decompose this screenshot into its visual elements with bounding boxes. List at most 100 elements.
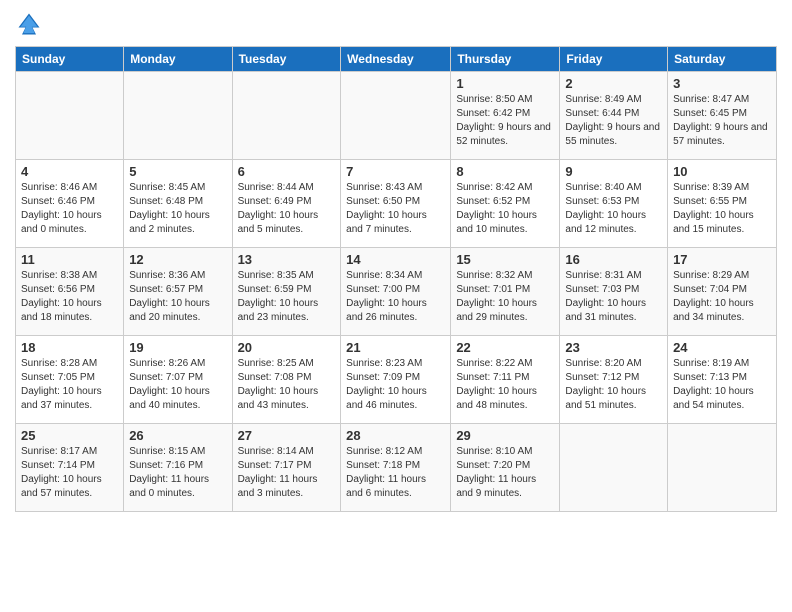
day-info: Sunrise: 8:14 AM Sunset: 7:17 PM Dayligh… xyxy=(238,445,336,501)
day-info: Sunrise: 8:49 AM Sunset: 6:44 PM Dayligh… xyxy=(565,93,662,149)
day-info: Sunrise: 8:34 AM Sunset: 7:00 PM Dayligh… xyxy=(346,269,445,325)
calendar-cell: 15 Sunrise: 8:32 AM Sunset: 7:01 PM Dayli… xyxy=(451,248,560,336)
calendar-cell: 24 Sunrise: 8:19 AM Sunset: 7:13 PM Dayli… xyxy=(668,336,777,424)
calendar-cell: 4 Sunrise: 8:46 AM Sunset: 6:46 PM Daylig… xyxy=(16,160,124,248)
day-info: Sunrise: 8:47 AM Sunset: 6:45 PM Dayligh… xyxy=(673,93,771,149)
calendar-cell: 16 Sunrise: 8:31 AM Sunset: 7:03 PM Dayli… xyxy=(560,248,668,336)
day-info: Sunrise: 8:28 AM Sunset: 7:05 PM Dayligh… xyxy=(21,357,118,413)
day-of-week-header: Saturday xyxy=(668,47,777,72)
calendar-cell: 13Sunrise: 8:35 AM Sunset: 6:59 PM Dayli… xyxy=(232,248,341,336)
calendar-week-row: 1 Sunrise: 8:50 AM Sunset: 6:42 PM Daylig… xyxy=(16,72,777,160)
day-info: Sunrise: 8:44 AM Sunset: 6:49 PM Dayligh… xyxy=(238,181,336,237)
calendar-cell: 10 Sunrise: 8:39 AM Sunset: 6:55 PM Dayli… xyxy=(668,160,777,248)
day-of-week-header: Sunday xyxy=(16,47,124,72)
calendar-week-row: 18Sunrise: 8:28 AM Sunset: 7:05 PM Dayli… xyxy=(16,336,777,424)
day-info: Sunrise: 8:10 AM Sunset: 7:20 PM Dayligh… xyxy=(456,445,554,501)
day-info: Sunrise: 8:43 AM Sunset: 6:50 PM Dayligh… xyxy=(346,181,445,237)
calendar-cell: 3 Sunrise: 8:47 AM Sunset: 6:45 PM Daylig… xyxy=(668,72,777,160)
day-number: 20 xyxy=(238,340,336,355)
day-number: 21 xyxy=(346,340,445,355)
day-info: Sunrise: 8:39 AM Sunset: 6:55 PM Dayligh… xyxy=(673,181,771,237)
calendar-cell: 20 Sunrise: 8:25 AM Sunset: 7:08 PM Dayli… xyxy=(232,336,341,424)
day-number: 19 xyxy=(129,340,226,355)
day-info: Sunrise: 8:36 AM Sunset: 6:57 PM Dayligh… xyxy=(129,269,226,325)
day-number: 12 xyxy=(129,252,226,267)
day-number: 10 xyxy=(673,164,771,179)
calendar-cell: 27Sunrise: 8:14 AM Sunset: 7:17 PM Dayli… xyxy=(232,424,341,512)
day-number: 23 xyxy=(565,340,662,355)
day-info: Sunrise: 8:35 AM Sunset: 6:59 PM Dayligh… xyxy=(238,269,336,325)
calendar-page: SundayMondayTuesdayWednesdayThursdayFrid… xyxy=(0,0,792,612)
day-number: 26 xyxy=(129,428,226,443)
calendar-cell: 11 Sunrise: 8:38 AM Sunset: 6:56 PM Dayli… xyxy=(16,248,124,336)
day-info: Sunrise: 8:32 AM Sunset: 7:01 PM Dayligh… xyxy=(456,269,554,325)
calendar-cell: 26 Sunrise: 8:15 AM Sunset: 7:16 PM Dayli… xyxy=(124,424,232,512)
day-number: 24 xyxy=(673,340,771,355)
day-info: Sunrise: 8:42 AM Sunset: 6:52 PM Dayligh… xyxy=(456,181,554,237)
day-number: 11 xyxy=(21,252,118,267)
day-of-week-header: Wednesday xyxy=(341,47,451,72)
calendar-cell: 2 Sunrise: 8:49 AM Sunset: 6:44 PM Daylig… xyxy=(560,72,668,160)
calendar-cell: 18Sunrise: 8:28 AM Sunset: 7:05 PM Dayli… xyxy=(16,336,124,424)
calendar-week-row: 11 Sunrise: 8:38 AM Sunset: 6:56 PM Dayli… xyxy=(16,248,777,336)
calendar-cell: 22 Sunrise: 8:22 AM Sunset: 7:11 PM Dayli… xyxy=(451,336,560,424)
day-number: 5 xyxy=(129,164,226,179)
calendar-table: SundayMondayTuesdayWednesdayThursdayFrid… xyxy=(15,46,777,512)
day-info: Sunrise: 8:45 AM Sunset: 6:48 PM Dayligh… xyxy=(129,181,226,237)
day-of-week-header: Monday xyxy=(124,47,232,72)
day-info: Sunrise: 8:38 AM Sunset: 6:56 PM Dayligh… xyxy=(21,269,118,325)
calendar-cell: 21 Sunrise: 8:23 AM Sunset: 7:09 PM Dayli… xyxy=(341,336,451,424)
day-number: 29 xyxy=(456,428,554,443)
day-info: Sunrise: 8:46 AM Sunset: 6:46 PM Dayligh… xyxy=(21,181,118,237)
calendar-cell: 5 Sunrise: 8:45 AM Sunset: 6:48 PM Daylig… xyxy=(124,160,232,248)
day-info: Sunrise: 8:23 AM Sunset: 7:09 PM Dayligh… xyxy=(346,357,445,413)
calendar-cell: 12 Sunrise: 8:36 AM Sunset: 6:57 PM Dayli… xyxy=(124,248,232,336)
calendar-cell: 25 Sunrise: 8:17 AM Sunset: 7:14 PM Dayli… xyxy=(16,424,124,512)
day-info: Sunrise: 8:20 AM Sunset: 7:12 PM Dayligh… xyxy=(565,357,662,413)
calendar-header-row: SundayMondayTuesdayWednesdayThursdayFrid… xyxy=(16,47,777,72)
day-info: Sunrise: 8:15 AM Sunset: 7:16 PM Dayligh… xyxy=(129,445,226,501)
header xyxy=(15,10,777,38)
day-number: 17 xyxy=(673,252,771,267)
day-number: 22 xyxy=(456,340,554,355)
calendar-cell xyxy=(124,72,232,160)
day-info: Sunrise: 8:19 AM Sunset: 7:13 PM Dayligh… xyxy=(673,357,771,413)
calendar-cell xyxy=(560,424,668,512)
calendar-cell xyxy=(232,72,341,160)
calendar-cell: 17 Sunrise: 8:29 AM Sunset: 7:04 PM Dayli… xyxy=(668,248,777,336)
day-number: 28 xyxy=(346,428,445,443)
calendar-cell xyxy=(668,424,777,512)
calendar-cell xyxy=(16,72,124,160)
logo-icon xyxy=(15,10,43,38)
calendar-cell: 9Sunrise: 8:40 AM Sunset: 6:53 PM Daylig… xyxy=(560,160,668,248)
calendar-cell: 28Sunrise: 8:12 AM Sunset: 7:18 PM Dayli… xyxy=(341,424,451,512)
day-number: 15 xyxy=(456,252,554,267)
day-info: Sunrise: 8:22 AM Sunset: 7:11 PM Dayligh… xyxy=(456,357,554,413)
calendar-cell: 8Sunrise: 8:42 AM Sunset: 6:52 PM Daylig… xyxy=(451,160,560,248)
day-info: Sunrise: 8:29 AM Sunset: 7:04 PM Dayligh… xyxy=(673,269,771,325)
day-number: 4 xyxy=(21,164,118,179)
day-info: Sunrise: 8:40 AM Sunset: 6:53 PM Dayligh… xyxy=(565,181,662,237)
day-number: 7 xyxy=(346,164,445,179)
calendar-cell: 1 Sunrise: 8:50 AM Sunset: 6:42 PM Daylig… xyxy=(451,72,560,160)
day-number: 2 xyxy=(565,76,662,91)
calendar-cell xyxy=(341,72,451,160)
logo xyxy=(15,10,47,38)
day-info: Sunrise: 8:31 AM Sunset: 7:03 PM Dayligh… xyxy=(565,269,662,325)
day-number: 3 xyxy=(673,76,771,91)
day-number: 16 xyxy=(565,252,662,267)
calendar-week-row: 25 Sunrise: 8:17 AM Sunset: 7:14 PM Dayli… xyxy=(16,424,777,512)
day-number: 6 xyxy=(238,164,336,179)
day-info: Sunrise: 8:26 AM Sunset: 7:07 PM Dayligh… xyxy=(129,357,226,413)
day-number: 1 xyxy=(456,76,554,91)
day-info: Sunrise: 8:25 AM Sunset: 7:08 PM Dayligh… xyxy=(238,357,336,413)
calendar-cell: 6 Sunrise: 8:44 AM Sunset: 6:49 PM Daylig… xyxy=(232,160,341,248)
day-info: Sunrise: 8:50 AM Sunset: 6:42 PM Dayligh… xyxy=(456,93,554,149)
day-of-week-header: Thursday xyxy=(451,47,560,72)
calendar-cell: 14Sunrise: 8:34 AM Sunset: 7:00 PM Dayli… xyxy=(341,248,451,336)
calendar-cell: 29 Sunrise: 8:10 AM Sunset: 7:20 PM Dayli… xyxy=(451,424,560,512)
day-of-week-header: Tuesday xyxy=(232,47,341,72)
day-info: Sunrise: 8:17 AM Sunset: 7:14 PM Dayligh… xyxy=(21,445,118,501)
day-number: 25 xyxy=(21,428,118,443)
day-of-week-header: Friday xyxy=(560,47,668,72)
